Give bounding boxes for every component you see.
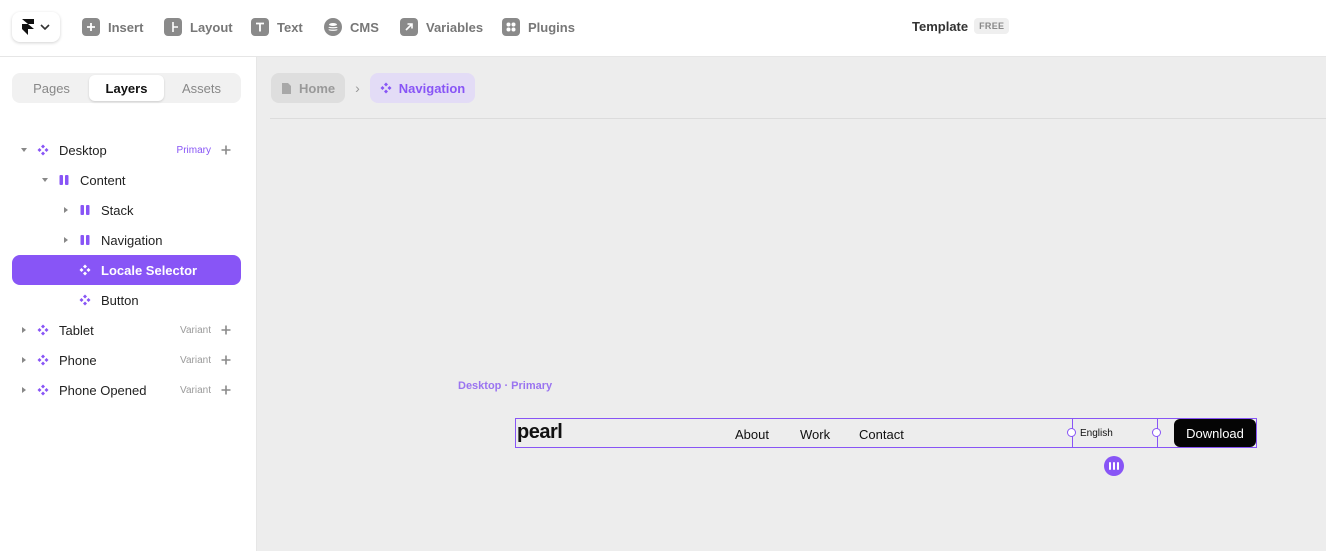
layer-row-content[interactable]: Content [12,165,241,195]
plus-square-icon [82,18,100,36]
page-icon [282,82,291,94]
layer-tag: Primary [176,144,211,156]
breadcrumb-home-label: Home [299,80,336,96]
caret-right-icon[interactable] [20,386,28,394]
insert-label: Insert [108,19,144,35]
breadcrumb-home[interactable]: Home [271,73,346,103]
layout-label: Layout [190,19,233,35]
layer-row-desktop[interactable]: Desktop Primary [12,135,241,165]
breadcrumb-navigation-label: Navigation [398,80,466,96]
layer-row-tablet[interactable]: Tablet Variant [12,315,241,345]
variables-label: Variables [426,19,484,35]
text-icon [251,18,269,36]
layer-name: Tablet [59,322,94,338]
component-icon [37,324,49,336]
project-title[interactable]: Template FREE [912,18,1010,34]
tab-assets[interactable]: Assets [164,75,239,101]
breadcrumb-navigation[interactable]: Navigation [369,73,476,103]
layer-tag: Variant [180,324,211,336]
layer-name: Locale Selector [101,262,198,278]
plugins-label: Plugins [528,19,575,35]
text-button[interactable]: Text [251,17,303,37]
insert-button[interactable]: Insert [82,17,143,37]
framer-logo-icon [22,19,34,35]
chevron-right-icon: › [355,80,360,96]
add-variant-icon[interactable] [221,352,231,368]
component-icon [37,354,49,366]
chevron-down-icon [40,24,50,30]
tab-layers[interactable]: Layers [89,75,164,101]
navigation-frame[interactable]: pearl About Work Contact English Downloa… [515,418,1257,448]
layer-row-locale-selector[interactable]: Locale Selector [12,255,241,285]
cms-button[interactable]: CMS [324,17,379,37]
plugins-button[interactable]: Plugins [502,17,575,37]
stack-icon [58,174,70,186]
component-icon [79,264,91,276]
add-variant-icon[interactable] [221,322,231,338]
layout-icon [164,18,182,36]
plan-badge: FREE [974,18,1010,34]
layer-name: Phone Opened [59,382,147,398]
stack-icon [79,234,91,246]
stack-icon [79,204,91,216]
download-button[interactable]: Download [1174,419,1256,447]
project-title-text: Template [912,18,969,34]
breadcrumb: Home › Navigation [271,73,476,103]
arrow-up-right-icon [400,18,418,36]
component-icon [37,144,49,156]
caret-down-icon[interactable] [20,146,28,154]
layer-name: Content [80,172,126,188]
component-icon [79,294,91,306]
layer-tag: Variant [180,384,211,396]
layout-button[interactable]: Layout [164,17,233,37]
layer-tag: Variant [180,354,211,366]
tab-pages[interactable]: Pages [14,75,89,101]
stack-gap-handle[interactable] [1104,456,1124,476]
component-icon [380,82,392,94]
caret-right-icon[interactable] [62,236,70,244]
caret-right-icon[interactable] [20,326,28,334]
cms-label: CMS [350,19,379,35]
layer-name: Button [101,292,139,308]
caret-right-icon[interactable] [62,206,70,214]
resize-handle-right[interactable] [1152,428,1161,437]
layer-name: Phone [59,352,97,368]
site-brand[interactable]: pearl [517,421,563,444]
top-toolbar: Insert Layout Text CMS Variables Plugins… [0,0,1326,57]
canvas-divider [270,118,1326,119]
framer-menu-button[interactable] [12,12,60,42]
locale-value: English [1080,428,1113,439]
layer-row-phone[interactable]: Phone Variant [12,345,241,375]
layer-row-button[interactable]: Button [12,285,241,315]
layer-row-phone-opened[interactable]: Phone Opened Variant [12,375,241,405]
locale-selector[interactable]: English [1072,419,1158,447]
layer-name: Stack [101,202,134,218]
add-variant-icon[interactable] [221,382,231,398]
layer-name: Navigation [101,232,163,248]
nav-link-work[interactable]: Work [800,427,830,442]
layer-row-stack[interactable]: Stack [12,195,241,225]
plugins-icon [502,18,520,36]
caret-right-icon[interactable] [20,356,28,364]
frame-label[interactable]: Desktop · Primary [458,380,552,392]
layer-row-navigation[interactable]: Navigation [12,225,241,255]
panel-tabs: Pages Layers Assets [12,73,241,103]
variables-button[interactable]: Variables [400,17,483,37]
resize-handle-left[interactable] [1067,428,1076,437]
layer-name: Desktop [59,142,107,158]
text-label: Text [277,19,303,35]
nav-link-about[interactable]: About [735,427,769,442]
nav-link-contact[interactable]: Contact [859,427,904,442]
caret-down-icon[interactable] [41,176,49,184]
component-icon [37,384,49,396]
add-variant-icon[interactable] [221,142,231,158]
database-icon [324,18,342,36]
